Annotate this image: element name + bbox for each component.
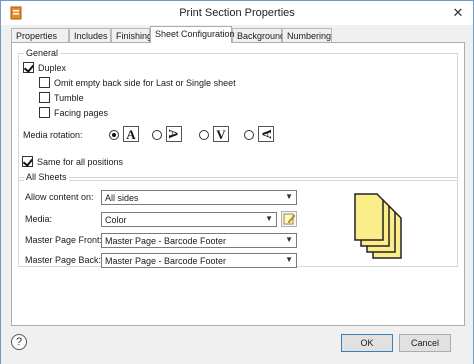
rotation-180-icon: V [213,126,229,142]
duplex-label: Duplex [38,62,67,73]
stacked-sheets-illustration [354,193,402,259]
facing-pages-checkbox-row[interactable]: Facing pages [39,107,108,118]
edit-media-icon [283,213,296,225]
omit-empty-checkbox[interactable] [39,77,50,88]
edit-media-button[interactable] [281,211,297,227]
sheet-configuration-panel: General Duplex Omit empty back side for … [11,42,465,326]
chevron-down-icon: ▼ [285,235,293,244]
rotation-0-icon: A [123,126,139,142]
tumble-checkbox-row[interactable]: Tumble [39,92,84,103]
close-icon[interactable]: ✕ [451,6,465,20]
chevron-down-icon: ▼ [265,214,273,223]
same-for-all-checkbox-row[interactable]: Same for all positions [22,156,123,167]
master-back-label: Master Page Back: [25,255,102,265]
omit-empty-label: Omit empty back side for Last or Single … [54,77,236,88]
rotation-180-radio[interactable] [199,130,209,140]
rotation-90-radio[interactable] [152,130,162,140]
allow-content-value: All sides [105,193,139,203]
rotation-90-icon: A [166,126,182,142]
master-front-select[interactable]: Master Page - Barcode Footer ▼ [101,233,297,248]
tab-sheet-configuration[interactable]: Sheet Configuration [150,26,235,43]
master-front-value: Master Page - Barcode Footer [105,236,227,246]
title-bar: Print Section Properties ✕ [1,1,473,25]
tab-properties[interactable]: Properties [11,28,69,42]
tumble-checkbox[interactable] [39,92,50,103]
tab-includes[interactable]: Includes [69,28,111,42]
master-front-label: Master Page Front: [25,235,103,245]
duplex-checkbox[interactable] [23,62,34,73]
chevron-down-icon: ▼ [285,192,293,201]
help-icon[interactable]: ? [11,334,27,350]
dialog-window: Print Section Properties ✕ Properties In… [0,0,474,364]
allow-content-select[interactable]: All sides ▼ [101,190,297,205]
window-title: Print Section Properties [179,7,295,19]
master-back-select[interactable]: Master Page - Barcode Footer ▼ [101,253,297,268]
facing-pages-checkbox[interactable] [39,107,50,118]
media-label: Media: [25,214,53,224]
allow-content-label: Allow content on: [25,192,94,202]
master-back-value: Master Page - Barcode Footer [105,256,227,266]
general-group-label: General [24,48,61,58]
all-sheets-group-label: All Sheets [24,172,69,182]
tab-finishing[interactable]: Finishing [111,28,152,42]
duplex-checkbox-row[interactable]: Duplex [23,62,66,73]
omit-empty-checkbox-row[interactable]: Omit empty back side for Last or Single … [39,77,236,88]
tumble-label: Tumble [54,92,84,103]
tab-numbering[interactable]: Numbering [282,28,332,42]
rotation-270-radio[interactable] [244,130,254,140]
tab-background[interactable]: Background [232,28,285,42]
media-rotation-label: Media rotation: [23,130,83,140]
media-value: Color [105,215,127,225]
all-sheets-group: All Sheets Allow content on: All sides ▼… [18,172,458,268]
dialog-footer: ? OK Cancel [1,327,473,364]
rotation-270-icon: A [258,126,274,142]
cancel-button[interactable]: Cancel [399,334,451,352]
rotation-0-radio[interactable] [109,130,119,140]
facing-pages-label: Facing pages [54,107,109,118]
chevron-down-icon: ▼ [285,255,293,264]
same-for-all-checkbox[interactable] [22,156,33,167]
media-select[interactable]: Color ▼ [101,212,277,227]
sheet-stack-icon [354,193,402,259]
ok-button[interactable]: OK [341,334,393,352]
same-for-all-label: Same for all positions [37,156,124,167]
